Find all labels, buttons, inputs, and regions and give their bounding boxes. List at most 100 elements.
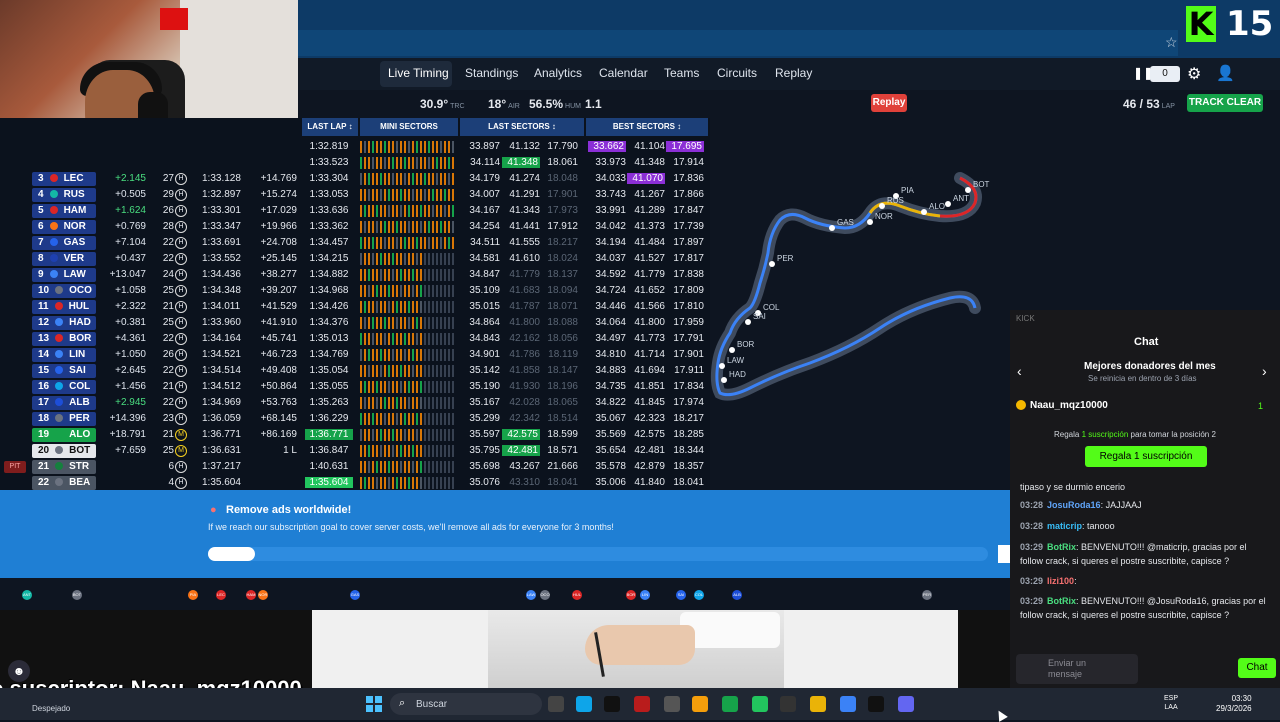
delay-counter[interactable]: 0 [1150,66,1180,82]
taskbar-app-icon[interactable] [898,696,914,712]
taskbar-app-icon[interactable] [634,696,650,712]
nav-calendar[interactable]: Calendar [599,66,648,80]
table-row[interactable]: 20 BOT +7.659 25 1:36.631 1 L 1:36.847 35.795 42… [0,443,710,459]
driver-position[interactable]: 10 OCO [32,284,96,298]
header-last-lap[interactable]: LAST LAP ↕ [302,118,358,136]
header-best-sectors[interactable]: BEST SECTORS ↕ [586,118,708,136]
table-row[interactable]: 9 LAW +13.047 24 1:34.436 +38.277 1:34.882 34.8… [0,267,710,283]
taskbar-app-icon[interactable] [752,696,768,712]
driver-position[interactable]: 17 ALB [32,396,96,410]
driver-chip[interactable]: LAW [526,590,536,600]
table-row[interactable]: 10 OCO +1.058 25 1:34.348 +39.207 1:34.968 35.1… [0,283,710,299]
track-driver-marker[interactable]: HAD [721,370,746,383]
nav-live-timing[interactable]: Live Timing [388,66,449,80]
driver-chip[interactable]: SAI [676,590,686,600]
chat-message[interactable]: 03:29 lizi100: [1020,574,1270,588]
driver-position[interactable]: 7 GAS [32,236,96,250]
driver-position[interactable]: 8 VER [32,252,96,266]
driver-chip[interactable]: HUL [572,590,582,600]
bookmark-star-icon[interactable]: ☆ [1165,34,1178,51]
taskbar-app-icon[interactable] [722,696,738,712]
table-row[interactable]: 8 VER +0.437 22 1:33.552 +25.145 1:34.215 34.58… [0,251,710,267]
taskbar-app-icon[interactable] [576,696,592,712]
driver-chip[interactable]: NOR [258,590,268,600]
taskbar-app-icon[interactable] [548,696,564,712]
header-last-sectors[interactable]: LAST SECTORS ↕ [460,118,584,136]
replay-button[interactable]: Replay [871,94,907,112]
table-row[interactable]: 14 LIN +1.050 26 1:34.521 +46.723 1:34.769 34.9… [0,347,710,363]
table-row[interactable]: 1:32.819 33.897 41.132 17.790 33.662 41.104 17… [0,139,710,155]
nav-teams[interactable]: Teams [664,66,699,80]
message-username[interactable]: JosuRoda16 [1047,500,1101,510]
driver-position[interactable]: 9 LAW [32,268,96,282]
driver-chip[interactable]: COL [694,590,704,600]
top-donor-name[interactable]: Naau_mqz10000 [1030,400,1108,411]
windows-start-icon[interactable] [366,696,382,712]
chevron-left-icon[interactable]: ‹ [1017,363,1022,379]
taskbar-app-icon[interactable] [780,696,796,712]
table-row[interactable]: 13 BOR +4.361 22 1:34.164 +45.741 1:35.013 34.8… [0,331,710,347]
message-username[interactable]: maticrip [1047,521,1082,531]
driver-position[interactable]: 16 COL [32,380,96,394]
user-icon[interactable]: 👤 [1216,64,1235,82]
table-row[interactable]: 6 NOR +0.769 28 1:33.347 +19.966 1:33.362 34.25… [0,219,710,235]
table-row[interactable]: 18 PER +14.396 23 1:36.059 +68.145 1:36.229 35.… [0,411,710,427]
message-username[interactable]: BotRix [1047,596,1076,606]
emote-row[interactable] [1016,633,1216,649]
chat-message[interactable]: tipaso y se durmio encerio [1020,480,1270,494]
nav-standings[interactable]: Standings [465,66,518,80]
driver-chip[interactable]: LIN [640,590,650,600]
table-row[interactable]: PIT 21 STR 6 1:37.217 1:40.631 35.698 43.267 21.… [0,459,710,475]
table-row[interactable]: 15 SAI +2.645 22 1:34.514 +49.408 1:35.054 35.1… [0,363,710,379]
driver-position[interactable]: 18 PER [32,412,96,426]
taskbar-app-icon[interactable] [664,696,680,712]
table-row[interactable]: 5 HAM +1.624 26 1:33.301 +17.029 1:33.636 34.16… [0,203,710,219]
table-row[interactable]: 4 RUS +0.505 29 1:32.897 +15.274 1:33.053 34.00… [0,187,710,203]
driver-position[interactable]: 11 HUL [32,300,96,314]
taskbar-app-icon[interactable] [840,696,856,712]
track-driver-marker[interactable]: BOR [729,340,755,353]
table-row[interactable]: 12 HAD +0.381 25 1:33.960 +41.910 1:34.376 34.8… [0,315,710,331]
language-indicator[interactable]: ESP LAA [1164,694,1178,712]
chat-input-placeholder[interactable]: Enviar un mensaje [1048,658,1120,680]
message-username[interactable]: lizi100 [1047,576,1074,586]
table-row[interactable]: 11 HUL +2.322 21 1:34.011 +41.529 1:34.426 35.0… [0,299,710,315]
driver-position[interactable]: 20 BOT [32,444,96,458]
driver-position[interactable]: 12 HAD [32,316,96,330]
driver-chip[interactable]: GAS [350,590,360,600]
driver-position[interactable]: 19 ALO [32,428,96,442]
track-driver-marker[interactable]: ANT [945,194,969,207]
driver-position[interactable]: 5 HAM [32,204,96,218]
nav-replay[interactable]: Replay [775,66,812,80]
driver-chip[interactable]: BOT [72,590,82,600]
taskbar-search[interactable] [390,693,542,715]
driver-chip[interactable]: ALB [732,590,742,600]
table-row[interactable]: 16 COL +1.456 21 1:34.512 +50.864 1:35.055 35.1… [0,379,710,395]
driver-chip[interactable]: LEC [216,590,226,600]
driver-chip[interactable]: ANT [22,590,32,600]
taskbar-app-icon[interactable] [868,696,884,712]
table-row[interactable]: 17 ALB +2.945 22 1:34.969 +53.763 1:35.263 35.1… [0,395,710,411]
driver-position[interactable]: 6 NOR [32,220,96,234]
chat-message[interactable]: 03:28 JosuRoda16: JAJJAAJ [1020,498,1270,512]
table-row[interactable]: 3 LEC +2.145 27 1:33.128 +14.769 1:33.304 34.17… [0,171,710,187]
chat-message[interactable]: 03:29 BotRix: BENVENUTO!!! @JosuRoda16, g… [1020,594,1270,622]
driver-position[interactable]: 3 LEC [32,172,96,186]
banner-side-button[interactable] [998,545,1010,563]
weather-widget[interactable]: Despejado [32,704,70,713]
driver-chip[interactable]: HAM [246,590,256,600]
driver-chip[interactable]: OCO [540,590,550,600]
driver-position[interactable]: 21 STR [32,460,96,474]
driver-position[interactable]: 13 BOR [32,332,96,346]
message-username[interactable]: BotRix [1047,542,1076,552]
chat-send-button[interactable]: Chat [1238,658,1276,678]
taskbar-app-icon[interactable] [692,696,708,712]
search-placeholder[interactable]: Buscar [416,699,447,710]
chat-message[interactable]: 03:28 maticrip: tanooo [1020,519,1270,533]
driver-chip[interactable]: PIA [188,590,198,600]
system-clock[interactable]: 03:30 29/3/2026 [1216,694,1252,714]
table-row[interactable]: 1:33.523 34.114 41.348 18.061 33.973 41.348 17… [0,155,710,171]
driver-chip[interactable]: BOR [626,590,636,600]
chevron-right-icon[interactable]: › [1262,363,1267,379]
driver-chip[interactable]: PER [922,590,932,600]
